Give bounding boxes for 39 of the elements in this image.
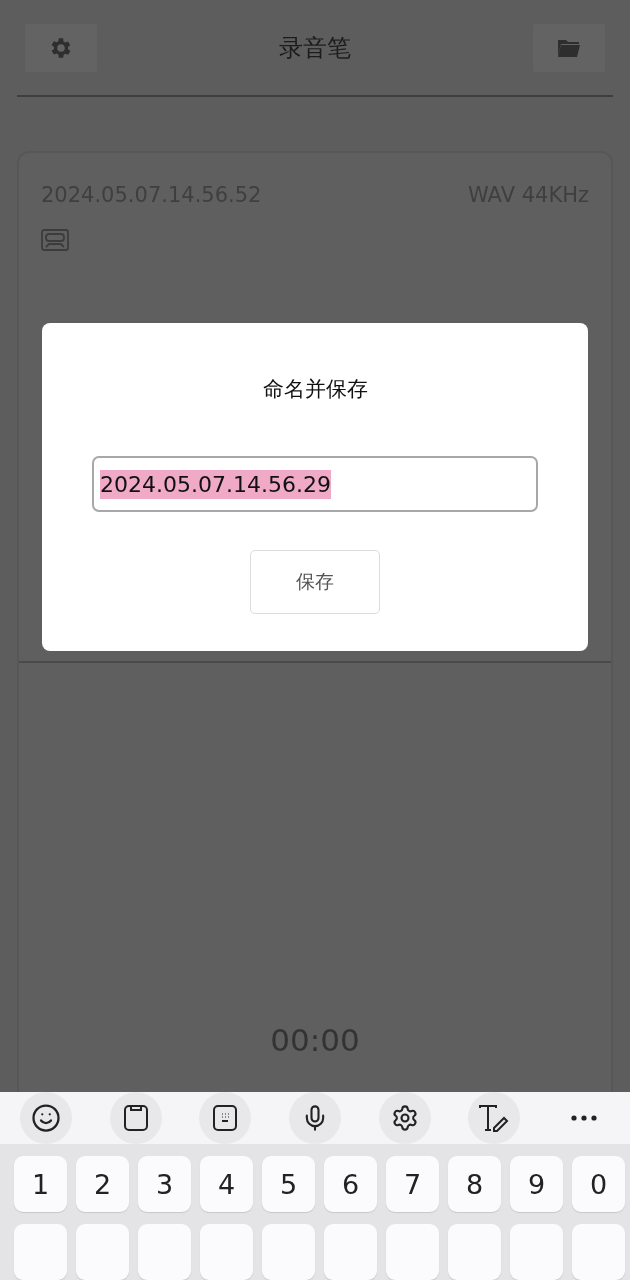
keyboard-key[interactable] [386, 1224, 439, 1280]
keypad-button[interactable] [199, 1092, 252, 1144]
number-key[interactable]: 7 [386, 1156, 439, 1212]
keyboard-key[interactable] [138, 1224, 191, 1280]
keyboard-key[interactable] [448, 1224, 501, 1280]
more-icon [570, 1115, 597, 1121]
number-key[interactable]: 8 [448, 1156, 501, 1212]
emoji-button[interactable] [20, 1092, 72, 1144]
number-key[interactable]: 9 [510, 1156, 563, 1212]
keyboard-key[interactable] [14, 1224, 67, 1280]
settings-button[interactable] [378, 1092, 431, 1144]
text-pencil-icon [478, 1104, 511, 1132]
number-key[interactable]: 0 [572, 1156, 625, 1212]
number-key[interactable]: 2 [76, 1156, 129, 1212]
keyboard-key[interactable] [510, 1224, 563, 1280]
cassette-icon [41, 229, 69, 251]
number-key[interactable]: 3 [138, 1156, 191, 1212]
app-title: 录音笔 [279, 32, 351, 64]
keyboard-key[interactable] [262, 1224, 315, 1280]
dialog-title: 命名并保存 [262, 376, 368, 403]
keyboard-key[interactable] [572, 1224, 625, 1280]
keyboard-key[interactable] [324, 1224, 377, 1280]
settings-icon [390, 1104, 419, 1132]
voice-button[interactable] [288, 1092, 341, 1144]
number-key[interactable]: 5 [262, 1156, 315, 1212]
number-key[interactable]: 1 [14, 1156, 67, 1212]
handwriting-button[interactable] [468, 1092, 521, 1144]
name-input-field[interactable]: 2024.05.07.14.56.29 [92, 456, 538, 512]
folder-button[interactable] [533, 23, 605, 72]
folder-icon [557, 37, 581, 58]
clipboard-icon [122, 1104, 149, 1132]
number-key[interactable]: 6 [324, 1156, 377, 1212]
keypad-icon [212, 1104, 239, 1132]
keyboard-key[interactable] [200, 1224, 253, 1280]
clipboard-button[interactable] [109, 1092, 162, 1144]
save-button[interactable]: 保存 [250, 550, 380, 614]
smiley-icon [31, 1103, 61, 1133]
keyboard-key[interactable] [76, 1224, 129, 1280]
number-key[interactable]: 4 [200, 1156, 253, 1212]
